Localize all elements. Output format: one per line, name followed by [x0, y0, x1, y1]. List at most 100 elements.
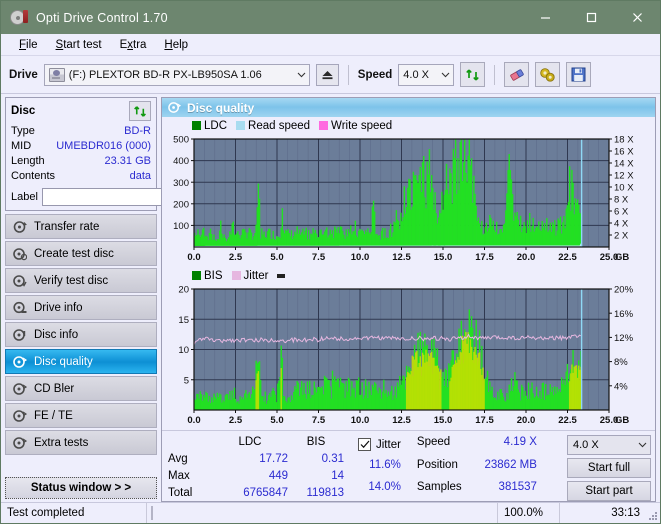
- svg-text:2.5: 2.5: [229, 415, 243, 426]
- legend-item-ldc: LDC: [192, 120, 227, 132]
- drive-icon: [48, 67, 65, 82]
- stats-table: LDC BIS Avg 17.72 0.31 Max 449 14 Total …: [168, 434, 344, 501]
- sidebar-item-label: Extra tests: [34, 436, 89, 449]
- jitter-toggle[interactable]: Jitter: [358, 434, 401, 456]
- svg-text:17.5: 17.5: [475, 415, 494, 426]
- sidebar-item-label: Transfer rate: [34, 220, 100, 233]
- jitter-column: Jitter 11.6% 14.0%: [358, 434, 401, 501]
- window-controls: [522, 1, 660, 34]
- menu-help[interactable]: Help: [155, 37, 197, 53]
- svg-text:20%: 20%: [614, 285, 634, 296]
- disc-row-key: Type: [11, 125, 35, 137]
- jitter-checkbox[interactable]: [358, 438, 371, 452]
- legend-swatch: [236, 121, 246, 130]
- svg-text:10 X: 10 X: [614, 183, 634, 194]
- speed-label: Speed: [357, 68, 393, 81]
- test-speed-value: 4.0 X: [573, 439, 599, 451]
- refresh-button[interactable]: [460, 62, 486, 87]
- svg-text:300: 300: [173, 178, 189, 189]
- maximize-button[interactable]: [568, 1, 614, 34]
- disc-refresh-button[interactable]: [129, 101, 151, 121]
- chart-legend-top: LDC Read speed Write speed: [164, 119, 653, 133]
- svg-text:400: 400: [173, 156, 189, 167]
- drive-select[interactable]: (F:) PLEXTOR BD-R PX-LB950SA 1.06: [43, 63, 310, 86]
- svg-text:17.5: 17.5: [475, 252, 494, 263]
- samples-label: Samples: [416, 481, 462, 494]
- start-part-button[interactable]: Start part: [567, 481, 651, 501]
- menu-extra[interactable]: Extra: [111, 37, 156, 53]
- sidebar-item-transfer-rate[interactable]: Transfer rate: [5, 214, 157, 239]
- tools-button[interactable]: [535, 62, 561, 87]
- menu-start-test[interactable]: Start test: [47, 37, 111, 53]
- svg-text:20.0: 20.0: [517, 415, 536, 426]
- svg-text:10: 10: [178, 345, 189, 356]
- disc-drive-icon: [13, 301, 27, 315]
- legend-swatch: [192, 271, 201, 280]
- minimize-button[interactable]: [522, 1, 568, 34]
- erase-button[interactable]: [504, 62, 530, 87]
- speed-info-label: Speed: [416, 436, 451, 448]
- marker-icon: [277, 274, 286, 278]
- chart-plot-top[interactable]: 100 200 300 400 500 2 X4 X6 X8 X 10 X 12 X 14 X1…: [164, 133, 653, 265]
- svg-text:8%: 8%: [614, 357, 628, 368]
- sidebar-nav: Transfer rate Create test disc Verify te…: [5, 214, 157, 455]
- status-window-button[interactable]: Status window > >: [5, 477, 157, 499]
- sidebar-item-label: Drive info: [34, 301, 83, 314]
- sidebar-item-disc-quality[interactable]: Disc quality: [5, 349, 157, 374]
- stats-panel: LDC BIS Avg 17.72 0.31 Max 449 14 Total …: [162, 430, 655, 501]
- legend-item-jitter: Jitter: [231, 270, 268, 282]
- disc-label-caption: Label: [11, 190, 38, 203]
- svg-text:7.5: 7.5: [312, 415, 326, 426]
- eject-icon: [322, 70, 333, 79]
- legend-item-write-speed: Write speed: [319, 120, 392, 132]
- progress-percent: 100.0%: [498, 503, 560, 523]
- disc-row-contents: Contents data: [11, 169, 151, 184]
- svg-text:4%: 4%: [614, 381, 628, 392]
- position-label: Position: [416, 458, 458, 471]
- sidebar-item-fe-te[interactable]: FE / TE: [5, 403, 157, 428]
- sidebar-item-disc-info[interactable]: Disc info: [5, 322, 157, 347]
- jitter-label: Jitter: [376, 438, 401, 451]
- close-button[interactable]: [614, 1, 660, 34]
- chart-plot-bottom[interactable]: 5 10 15 20 4% 8% 12% 16% 20% 0.0 2.5 5.0 7.5 10.0 12.5…: [164, 283, 653, 428]
- legend-item-bis: BIS: [192, 270, 223, 282]
- check-icon: [360, 440, 369, 449]
- menu-bar: FFileile Start test Extra Help: [1, 34, 660, 56]
- svg-text:20.0: 20.0: [517, 252, 536, 263]
- menu-file[interactable]: FFileile: [10, 37, 47, 53]
- disc-row-length: Length 23.31 GB: [11, 154, 151, 169]
- svg-text:16%: 16%: [614, 309, 634, 320]
- disc-verify-icon: [13, 274, 27, 288]
- eject-button[interactable]: [315, 63, 339, 86]
- window-title: Opti Drive Control 1.70: [36, 10, 168, 25]
- sidebar-item-drive-info[interactable]: Drive info: [5, 295, 157, 320]
- sidebar-item-extra-tests[interactable]: Extra tests: [5, 430, 157, 455]
- chart-bis-jitter: BIS Jitter 5 10 15 20 4% 8% 12% 16% 20% 0.0 2.5 5.0…: [164, 269, 653, 428]
- jitter-avg: 11.6%: [369, 458, 401, 471]
- start-full-button[interactable]: Start full: [567, 458, 651, 478]
- sidebar-item-label: Disc info: [34, 328, 79, 341]
- disc-fete-icon: [13, 409, 28, 423]
- svg-text:14 X: 14 X: [614, 159, 634, 170]
- eraser-icon: [510, 68, 524, 81]
- save-button[interactable]: [566, 62, 592, 87]
- svg-text:GB: GB: [615, 415, 629, 426]
- resize-grip[interactable]: [646, 503, 660, 523]
- test-speed-select[interactable]: 4.0 X: [567, 435, 651, 455]
- disc-row-value: 23.31 GB: [104, 155, 151, 167]
- sidebar-item-verify-test-disc[interactable]: Verify test disc: [5, 268, 157, 293]
- svg-text:8 X: 8 X: [614, 195, 629, 206]
- disc-extra-icon: [13, 436, 28, 450]
- sidebar-item-cd-bler[interactable]: CD Bler: [5, 376, 157, 401]
- stats-avg-ldc: 17.72: [259, 453, 288, 465]
- speed-select[interactable]: 4.0 X: [398, 63, 455, 86]
- stats-row-label-avg: Avg: [168, 453, 188, 465]
- gears-icon: [540, 67, 555, 82]
- progress-bar: [147, 503, 498, 523]
- svg-text:0.0: 0.0: [187, 252, 200, 263]
- chevron-down-icon: [435, 70, 450, 80]
- sidebar-item-create-test-disc[interactable]: Create test disc: [5, 241, 157, 266]
- sidebar-item-label: FE / TE: [34, 409, 73, 422]
- svg-text:12.5: 12.5: [392, 252, 411, 263]
- disc-create-icon: [13, 247, 28, 261]
